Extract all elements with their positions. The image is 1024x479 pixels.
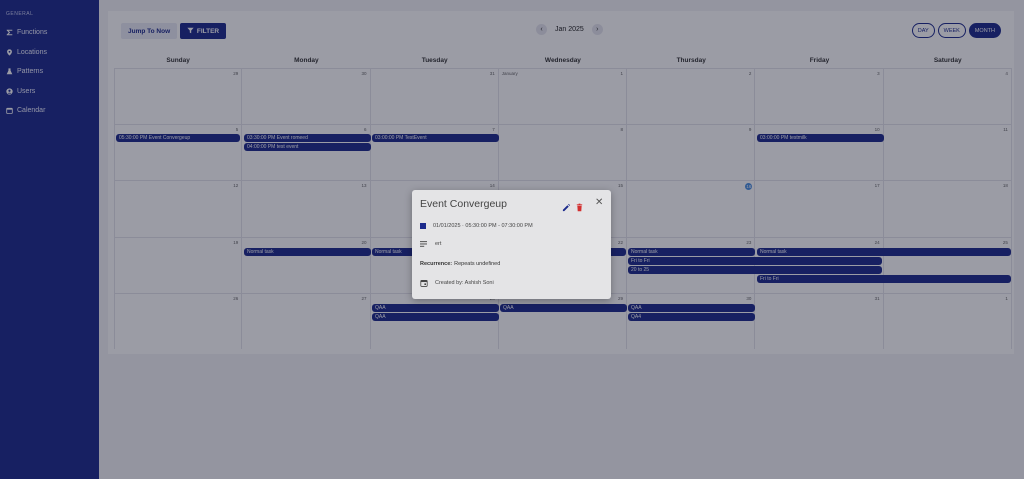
recurrence-label: Recurrence: <box>420 261 453 267</box>
recurrence-value: Repeats undefined <box>454 261 501 267</box>
delete-icon[interactable] <box>575 199 584 212</box>
event-creator-row: Created by: Ashish Soni <box>420 279 494 287</box>
event-details-popup: Event Convergeup ✕ 01/01/2025 · 05:30:00… <box>412 190 611 299</box>
event-datetime: 01/01/2025 · 05:30:00 PM - 07:30:00 PM <box>433 223 533 229</box>
edit-icon[interactable] <box>562 199 571 212</box>
event-description: ert <box>435 241 442 247</box>
calendar-event-icon <box>420 279 428 287</box>
event-title: Event Convergeup <box>420 198 507 210</box>
event-created-by: Created by: Ashish Soni <box>435 280 494 286</box>
event-recurrence-row: Recurrence: Repeats undefined <box>420 261 500 267</box>
event-datetime-row: 01/01/2025 · 05:30:00 PM - 07:30:00 PM <box>420 223 533 229</box>
description-icon <box>420 241 427 247</box>
close-icon[interactable]: ✕ <box>595 198 603 208</box>
event-color-swatch <box>420 223 426 229</box>
event-description-row: ert <box>420 241 441 247</box>
